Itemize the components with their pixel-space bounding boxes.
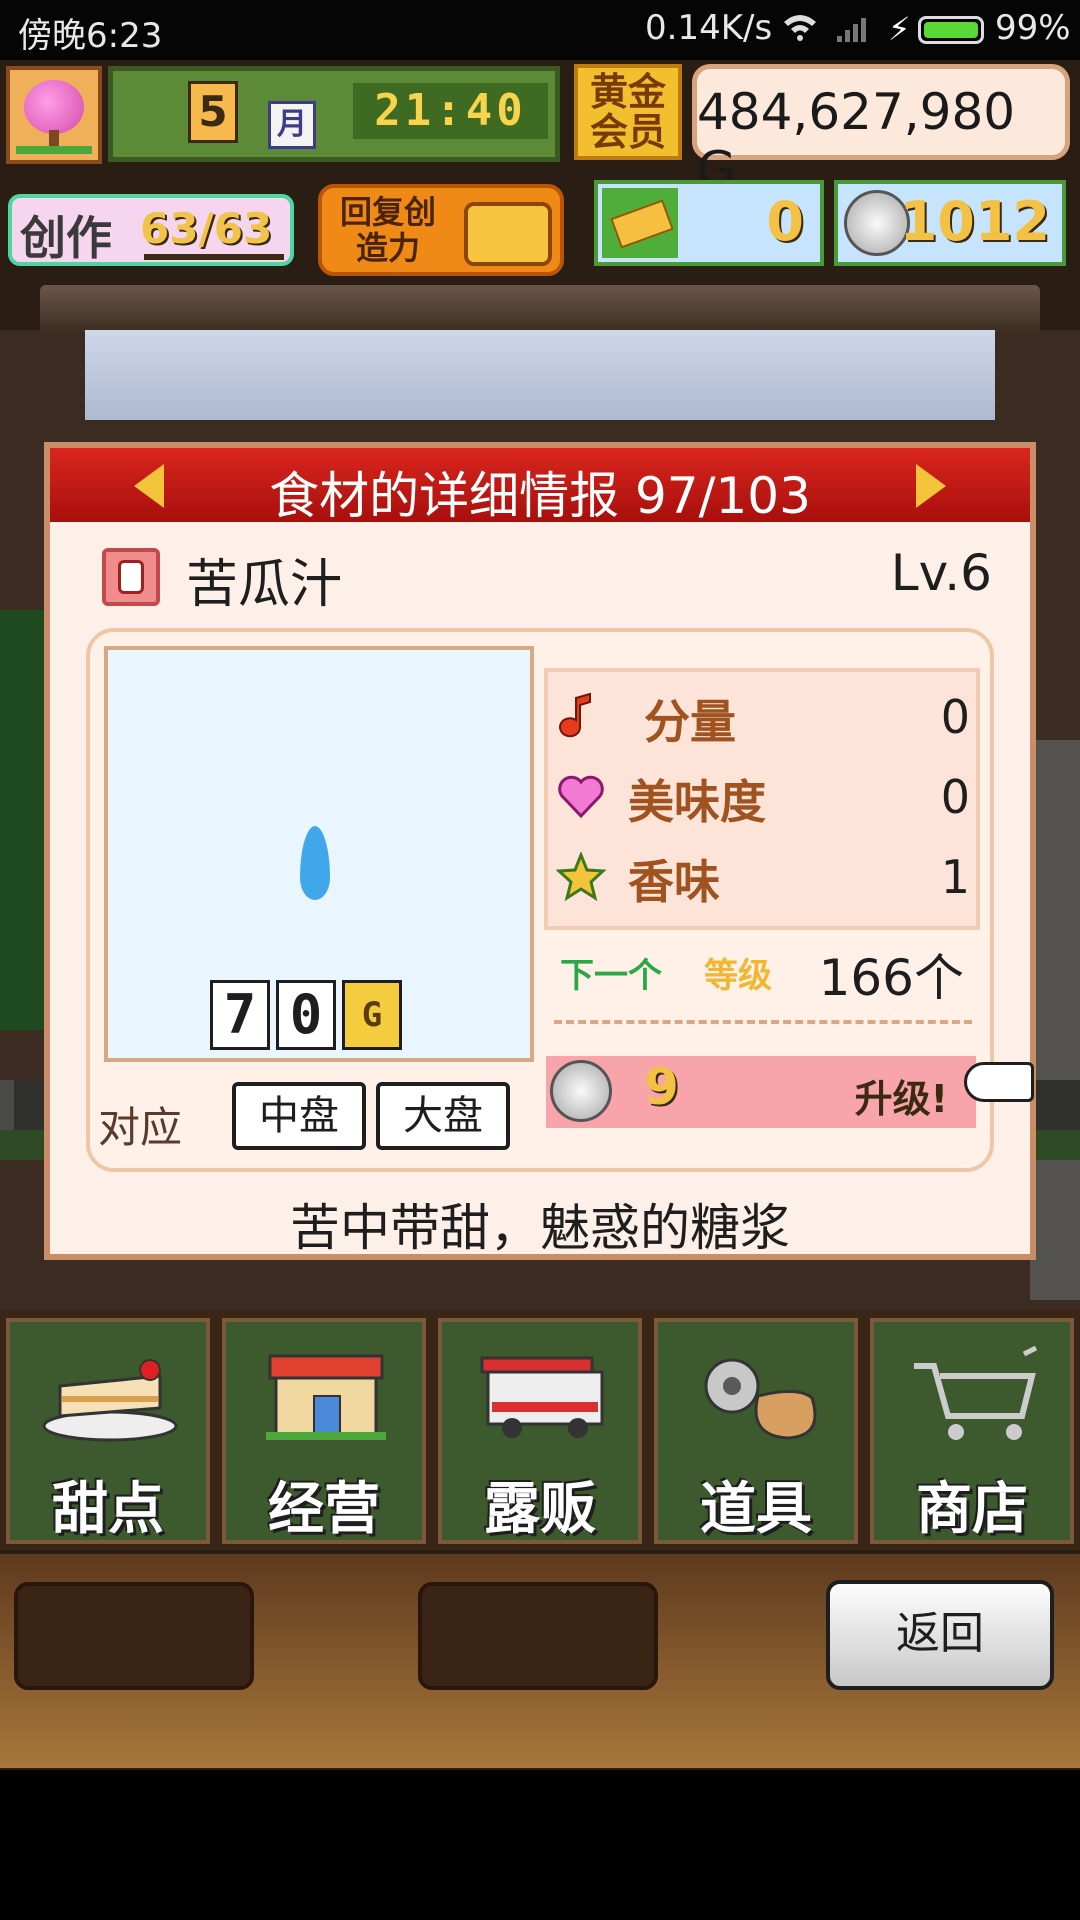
- music-note-icon: [559, 692, 591, 738]
- network-speed: 0.14K/s: [645, 8, 773, 48]
- price-currency: G: [342, 980, 402, 1050]
- upgrade-label: 升级!: [854, 1077, 948, 1121]
- charging-icon: ⚡: [888, 10, 911, 48]
- status-time: 傍晚6:23: [18, 16, 163, 56]
- ingredient-detail-dialog: 食材的详细情报 97/103 苦瓜汁 Lv.6 7 0 G 对应 中盘 大盘 分…: [44, 442, 1036, 1260]
- create-bar: [144, 254, 284, 260]
- status-bar: 傍晚6:23 0.14K/s ⚡ 99%: [0, 0, 1080, 60]
- ticket-counter[interactable]: 0: [594, 180, 824, 266]
- next-level-requirement: 166个: [818, 949, 964, 1007]
- stat-name-taste: 美味度: [628, 775, 766, 829]
- background-kitchen: [85, 330, 995, 420]
- stat-name-aroma: 香味: [628, 855, 720, 909]
- recover-label: 回复创造力: [339, 193, 436, 267]
- return-button[interactable]: 返回: [826, 1580, 1054, 1690]
- detail-panel: 7 0 G 对应 中盘 大盘 分量 0 美味度 0 香味 1 下一个 等级 16…: [86, 628, 994, 1172]
- menu-label: 商店: [916, 1477, 1028, 1542]
- signal-icon: [837, 18, 866, 42]
- ingredient-name: 苦瓜汁: [186, 555, 343, 615]
- silver-coin-icon: [550, 1060, 612, 1122]
- menu-dessert-button[interactable]: 甜点: [6, 1318, 210, 1544]
- shop-icon: [266, 1354, 386, 1440]
- upgrade-button[interactable]: 9 升级!: [546, 1056, 976, 1128]
- month-number: 5: [188, 81, 238, 143]
- background-ceiling: [40, 285, 1040, 335]
- menu-label: 露贩: [484, 1477, 596, 1542]
- recover-creativity-button[interactable]: 回复创造力: [318, 184, 564, 276]
- ingredient-preview: 7 0 G: [104, 646, 534, 1062]
- menu-label: 道具: [700, 1477, 812, 1542]
- menu-store-button[interactable]: 商店: [870, 1318, 1074, 1544]
- menu-label: 经营: [268, 1477, 380, 1542]
- dialog-body: 苦瓜汁 Lv.6 7 0 G 对应 中盘 大盘 分量 0 美味度 0 香味 1 …: [50, 522, 1030, 1257]
- ticket-icon: [602, 188, 678, 258]
- stats-box: 分量 0 美味度 0 香味 1: [544, 668, 980, 930]
- menu-label: 甜点: [52, 1477, 164, 1542]
- empty-slot: [418, 1582, 658, 1690]
- medium-plate-button[interactable]: 中盘: [232, 1082, 366, 1150]
- level-label: 等级: [704, 956, 772, 996]
- month-label: 月: [268, 101, 316, 149]
- background-tree: [0, 610, 45, 1030]
- ticket-value: 0: [766, 190, 804, 253]
- upgrade-cost: 9: [644, 1058, 679, 1116]
- cake-icon: [42, 1359, 178, 1442]
- stat-name-quantity: 分量: [644, 695, 736, 749]
- ingredient-level: Lv.6: [890, 544, 992, 602]
- heart-icon: [558, 775, 604, 819]
- stat-value-aroma: 1: [940, 850, 970, 904]
- create-label: 创作: [20, 211, 112, 265]
- price-digit: 0: [276, 980, 336, 1050]
- next-label: 下一个: [560, 956, 662, 996]
- wifi-icon: [784, 15, 816, 41]
- ingredient-description: 苦中带甜，魅惑的糖浆: [290, 1199, 790, 1257]
- dish-label: 对应: [98, 1103, 183, 1152]
- calendar-clock: 5 月 21:40: [108, 66, 560, 162]
- cart-icon: [914, 1346, 1038, 1440]
- tv-icon: [464, 202, 552, 266]
- menu-street-stall-button[interactable]: 露贩: [438, 1318, 642, 1544]
- gear-bag-icon: [704, 1358, 817, 1440]
- main-menu: 甜点 经营 露贩 道具 商店: [0, 1310, 1080, 1550]
- money-display: 484,627,980 G: [692, 64, 1070, 199]
- system-nav-area: [0, 1770, 1080, 1920]
- bottom-bar: 返回: [0, 1554, 1080, 1768]
- dialog-header: 食材的详细情报 97/103: [50, 448, 1030, 525]
- create-value: 63/63: [140, 204, 273, 253]
- battery-percent: 99%: [995, 8, 1071, 48]
- empty-slot: [14, 1582, 254, 1690]
- create-points: 创作 63/63: [8, 194, 294, 266]
- avatar-tree-icon[interactable]: [6, 66, 102, 164]
- game-clock: 21:40: [353, 83, 548, 139]
- food-truck-icon: [480, 1356, 604, 1438]
- menu-business-button[interactable]: 经营: [222, 1318, 426, 1544]
- gold-member-badge[interactable]: 黄金会员: [574, 64, 682, 160]
- water-drop-icon: [300, 826, 330, 900]
- star-icon: [556, 852, 606, 902]
- coin-value: 1012: [899, 190, 1050, 253]
- dialog-title: 食材的详细情报 97/103: [269, 467, 811, 525]
- large-plate-button[interactable]: 大盘: [376, 1082, 510, 1150]
- stat-value-taste: 0: [940, 770, 970, 824]
- coin-counter[interactable]: 1012: [834, 180, 1066, 266]
- menu-items-button[interactable]: 道具: [654, 1318, 858, 1544]
- background-street: [1030, 740, 1080, 1300]
- stat-value-quantity: 0: [940, 690, 970, 744]
- battery-icon: [918, 16, 984, 44]
- pointing-hand-icon: [964, 1062, 1034, 1102]
- divider: [554, 1020, 972, 1024]
- price-digit: 7: [210, 980, 270, 1050]
- next-arrow-icon[interactable]: [916, 464, 946, 508]
- bottle-icon: [102, 548, 160, 606]
